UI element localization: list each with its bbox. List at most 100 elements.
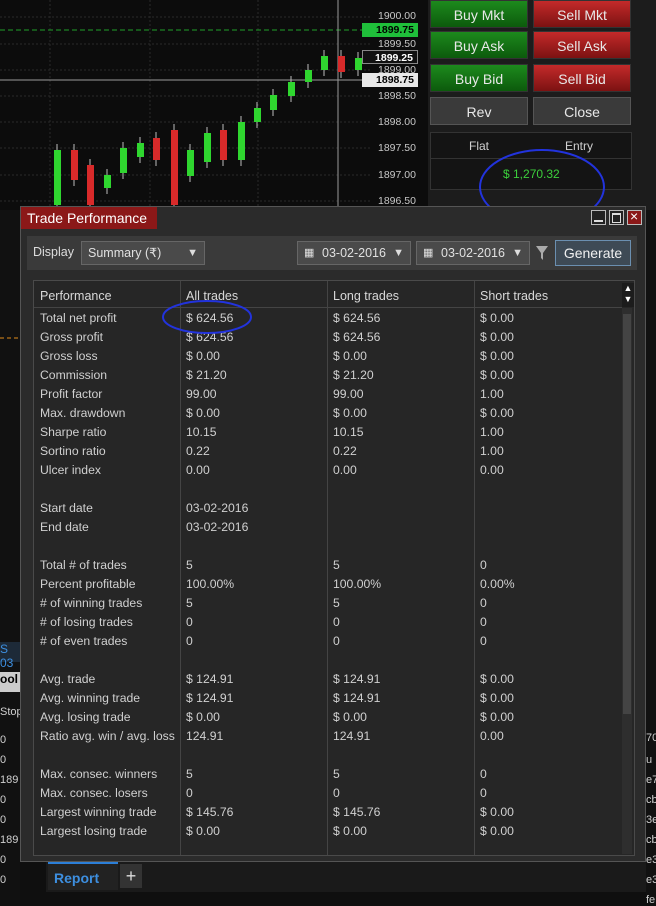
metric-value: 0	[480, 634, 487, 648]
price-label: 1897.50	[378, 142, 416, 154]
display-select[interactable]: Summary (₹) ▼	[81, 241, 205, 265]
metric-value: 0.22	[186, 444, 210, 458]
price-label: 1898.00	[378, 116, 416, 128]
metric-value: $ 124.91	[186, 691, 234, 705]
metric-value: 0	[480, 615, 487, 629]
price-chart[interactable]: 1900.00 1899.50 1899.00 1898.50 1898.00 …	[0, 0, 428, 210]
metric-value: 03-02-2016	[186, 520, 249, 534]
candle-body	[87, 165, 94, 205]
bid-price-tag: 1898.75	[362, 73, 418, 87]
metric-label: Largest losing trade	[40, 824, 148, 838]
performance-grid: Performance All trades Long trades Short…	[33, 280, 635, 856]
bg-left-text: 189	[0, 834, 19, 846]
metric-value: 99.00	[186, 387, 217, 401]
metric-label: # of even trades	[40, 634, 128, 648]
metric-value: $ 624.56	[333, 311, 381, 325]
metric-value: $ 124.91	[333, 672, 381, 686]
candle-body	[171, 130, 178, 205]
close-icon[interactable]: ×	[627, 208, 642, 225]
sell-ask-button[interactable]: Sell Ask	[533, 31, 631, 59]
metric-label: Start date	[40, 501, 93, 515]
metric-value: 5	[186, 767, 193, 781]
metric-value: $ 0.00	[480, 406, 514, 420]
start-date-picker[interactable]: ▦ 03-02-2016 ▼	[297, 241, 411, 265]
metric-label: Total # of trades	[40, 558, 127, 572]
bg-left-text: 0	[0, 814, 7, 826]
bg-left-text: 0	[0, 874, 7, 886]
metric-value: $ 0.00	[186, 824, 220, 838]
metric-label: Sortino ratio	[40, 444, 106, 458]
metric-value: 0	[480, 786, 487, 800]
bg-right-text: e3	[646, 874, 656, 886]
order-entry-panel: Buy Mkt Sell Mkt Buy Ask Sell Ask Buy Bi…	[428, 0, 656, 210]
metric-value: 0	[480, 558, 487, 572]
candle-body	[321, 56, 328, 70]
window-title[interactable]: Trade Performance	[21, 207, 157, 229]
candle-body	[305, 70, 312, 82]
metric-label: Avg. winning trade	[40, 691, 141, 705]
candle-body	[137, 143, 144, 157]
metric-value: $ 0.00	[480, 330, 514, 344]
metric-value: $ 21.20	[333, 368, 374, 382]
vertical-scrollbar[interactable]	[622, 308, 632, 854]
metric-value: 0.00	[480, 463, 504, 477]
metric-value: $ 124.91	[333, 691, 381, 705]
metric-value: 0	[186, 634, 193, 648]
trade-performance-window: Trade Performance × Display Summary (₹) …	[20, 206, 646, 862]
display-select-value: Summary (₹)	[88, 246, 162, 260]
price-label: 1897.00	[378, 169, 416, 181]
bg-left-text: S 03	[0, 642, 20, 670]
candle-body	[254, 108, 261, 122]
candle-body	[204, 133, 211, 162]
filter-icon[interactable]	[535, 245, 549, 261]
close-position-button[interactable]: Close	[533, 97, 631, 125]
metric-label: # of losing trades	[40, 615, 133, 629]
tab-bar: Report +	[46, 862, 646, 892]
reverse-button[interactable]: Rev	[430, 97, 528, 125]
bg-right-text: fe	[646, 894, 656, 906]
buy-mkt-button[interactable]: Buy Mkt	[430, 0, 528, 28]
metric-label: Max. drawdown	[40, 406, 126, 420]
chevron-down-icon: ▼	[393, 247, 404, 259]
column-header[interactable]: Short trades	[480, 289, 548, 303]
metric-value: $ 145.76	[333, 805, 381, 819]
metric-value: $ 0.00	[480, 368, 514, 382]
sell-mkt-button[interactable]: Sell Mkt	[533, 0, 631, 28]
metric-value: $ 624.56	[186, 311, 234, 325]
metric-value: 124.91	[186, 729, 224, 743]
metric-value: 0	[333, 634, 340, 648]
metric-label: Profit factor	[40, 387, 103, 401]
column-header[interactable]: All trades	[186, 289, 238, 303]
column-header[interactable]: Long trades	[333, 289, 399, 303]
metric-value: 100.00%	[333, 577, 382, 591]
metric-value: 1.00	[480, 425, 504, 439]
background-panel-left: S 03 ool Stop 0 0 189 0 0 189 0 0	[0, 210, 23, 900]
scroll-arrows-icon[interactable]: ▲ ▼	[622, 283, 634, 307]
metric-value: 1.00	[480, 444, 504, 458]
candle-body	[120, 148, 127, 173]
metric-label: Commission	[40, 368, 108, 382]
metric-value: 5	[186, 596, 193, 610]
display-label: Display	[33, 245, 74, 259]
metric-value: 0	[333, 615, 340, 629]
buy-bid-button[interactable]: Buy Bid	[430, 64, 528, 92]
metric-value: 10.15	[186, 425, 217, 439]
metric-value: $ 0.00	[480, 311, 514, 325]
bg-left-text: 0	[0, 794, 7, 806]
position-display: Flat Entry $ 1,270.32	[430, 132, 632, 190]
metric-label: Max. consec. losers	[40, 786, 148, 800]
maximize-icon[interactable]	[609, 210, 624, 225]
end-date-picker[interactable]: ▦ 03-02-2016 ▼	[416, 241, 530, 265]
add-tab-button[interactable]: +	[120, 864, 142, 888]
unrealized-pnl: $ 1,270.32	[503, 167, 560, 181]
minimize-icon[interactable]	[591, 210, 606, 225]
column-header[interactable]: Performance	[40, 289, 112, 303]
bg-right-text: cb	[646, 794, 656, 806]
metric-value: $ 0.00	[186, 349, 220, 363]
metric-value: 03-02-2016	[186, 501, 249, 515]
tab-report[interactable]: Report	[48, 862, 118, 890]
sell-bid-button[interactable]: Sell Bid	[533, 64, 631, 92]
metric-label: Gross profit	[40, 330, 103, 344]
generate-button[interactable]: Generate	[555, 240, 631, 266]
buy-ask-button[interactable]: Buy Ask	[430, 31, 528, 59]
